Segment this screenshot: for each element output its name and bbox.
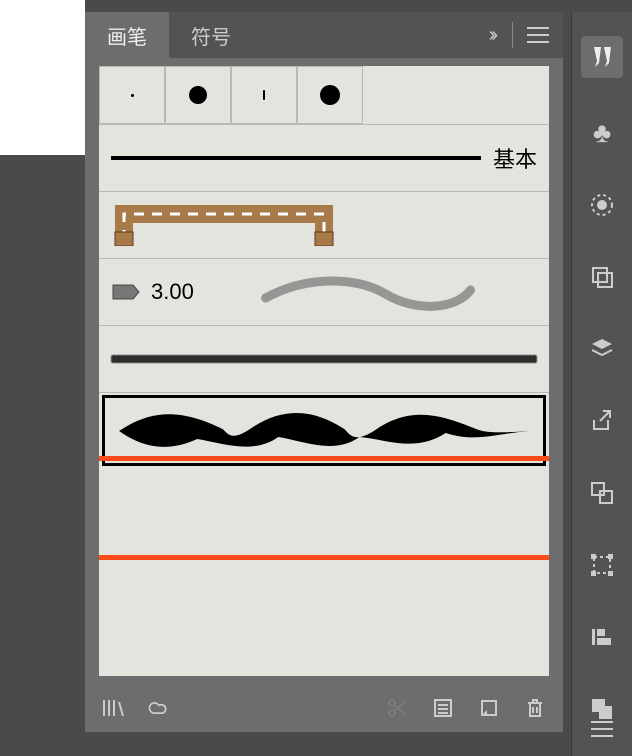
- art-brush-preview: [111, 403, 537, 459]
- calligraphic-size-value: 3.00: [151, 279, 194, 305]
- library-icon[interactable]: [101, 696, 125, 720]
- brush-calligraphic[interactable]: 3.00: [99, 258, 549, 325]
- brush-charcoal[interactable]: [99, 325, 549, 392]
- options-icon[interactable]: [431, 696, 455, 720]
- panel-body: 基本 3.00: [85, 58, 563, 732]
- layers-icon[interactable]: [585, 332, 619, 366]
- appearance-icon[interactable]: [585, 188, 619, 222]
- calligraphic-presets-row: [99, 66, 549, 124]
- transform-icon[interactable]: [585, 548, 619, 582]
- brush-basic[interactable]: 基本: [99, 124, 549, 191]
- brush-art-selected[interactable]: [99, 392, 549, 469]
- panel-menu-icon[interactable]: [521, 18, 555, 52]
- preset-dot-4[interactable]: [297, 66, 363, 124]
- sidebar-menu-icon[interactable]: [585, 712, 619, 746]
- preset-dot-1[interactable]: [99, 66, 165, 124]
- collapse-icon[interactable]: ››: [479, 24, 504, 47]
- brush-list: 基本 3.00: [99, 66, 549, 676]
- preset-dot-3[interactable]: [231, 66, 297, 124]
- trash-icon[interactable]: [523, 696, 547, 720]
- pen-tip-icon: [111, 281, 141, 303]
- calligraphic-wave-preview: [194, 272, 537, 312]
- tutorial-highlight: [99, 456, 549, 560]
- brushes-panel: 画笔 符号 ›› 基本: [85, 12, 563, 732]
- basic-stroke-preview: [111, 156, 481, 160]
- new-brush-icon[interactable]: [477, 696, 501, 720]
- preset-dot-2[interactable]: [165, 66, 231, 124]
- basic-label: 基本: [493, 142, 537, 174]
- graphic-styles-icon[interactable]: [585, 260, 619, 294]
- divider: [512, 22, 513, 48]
- export-icon[interactable]: [585, 404, 619, 438]
- charcoal-preview: [111, 355, 537, 363]
- brush-pattern-border[interactable]: [99, 191, 549, 258]
- panel-footer: [85, 684, 563, 732]
- symbols-icon[interactable]: ♣: [585, 116, 619, 150]
- creative-cloud-icon[interactable]: [147, 696, 171, 720]
- brushes-icon[interactable]: [581, 36, 623, 78]
- document-canvas: [0, 0, 85, 155]
- pattern-border-preview: [107, 204, 541, 246]
- artboards-icon[interactable]: [585, 476, 619, 510]
- tab-symbols[interactable]: 符号: [169, 12, 253, 58]
- right-toolbar: ♣: [571, 12, 632, 756]
- align-icon[interactable]: [585, 620, 619, 654]
- tab-brushes[interactable]: 画笔: [85, 12, 169, 58]
- scissors-icon[interactable]: [385, 696, 409, 720]
- panel-tabs: 画笔 符号 ››: [85, 12, 563, 58]
